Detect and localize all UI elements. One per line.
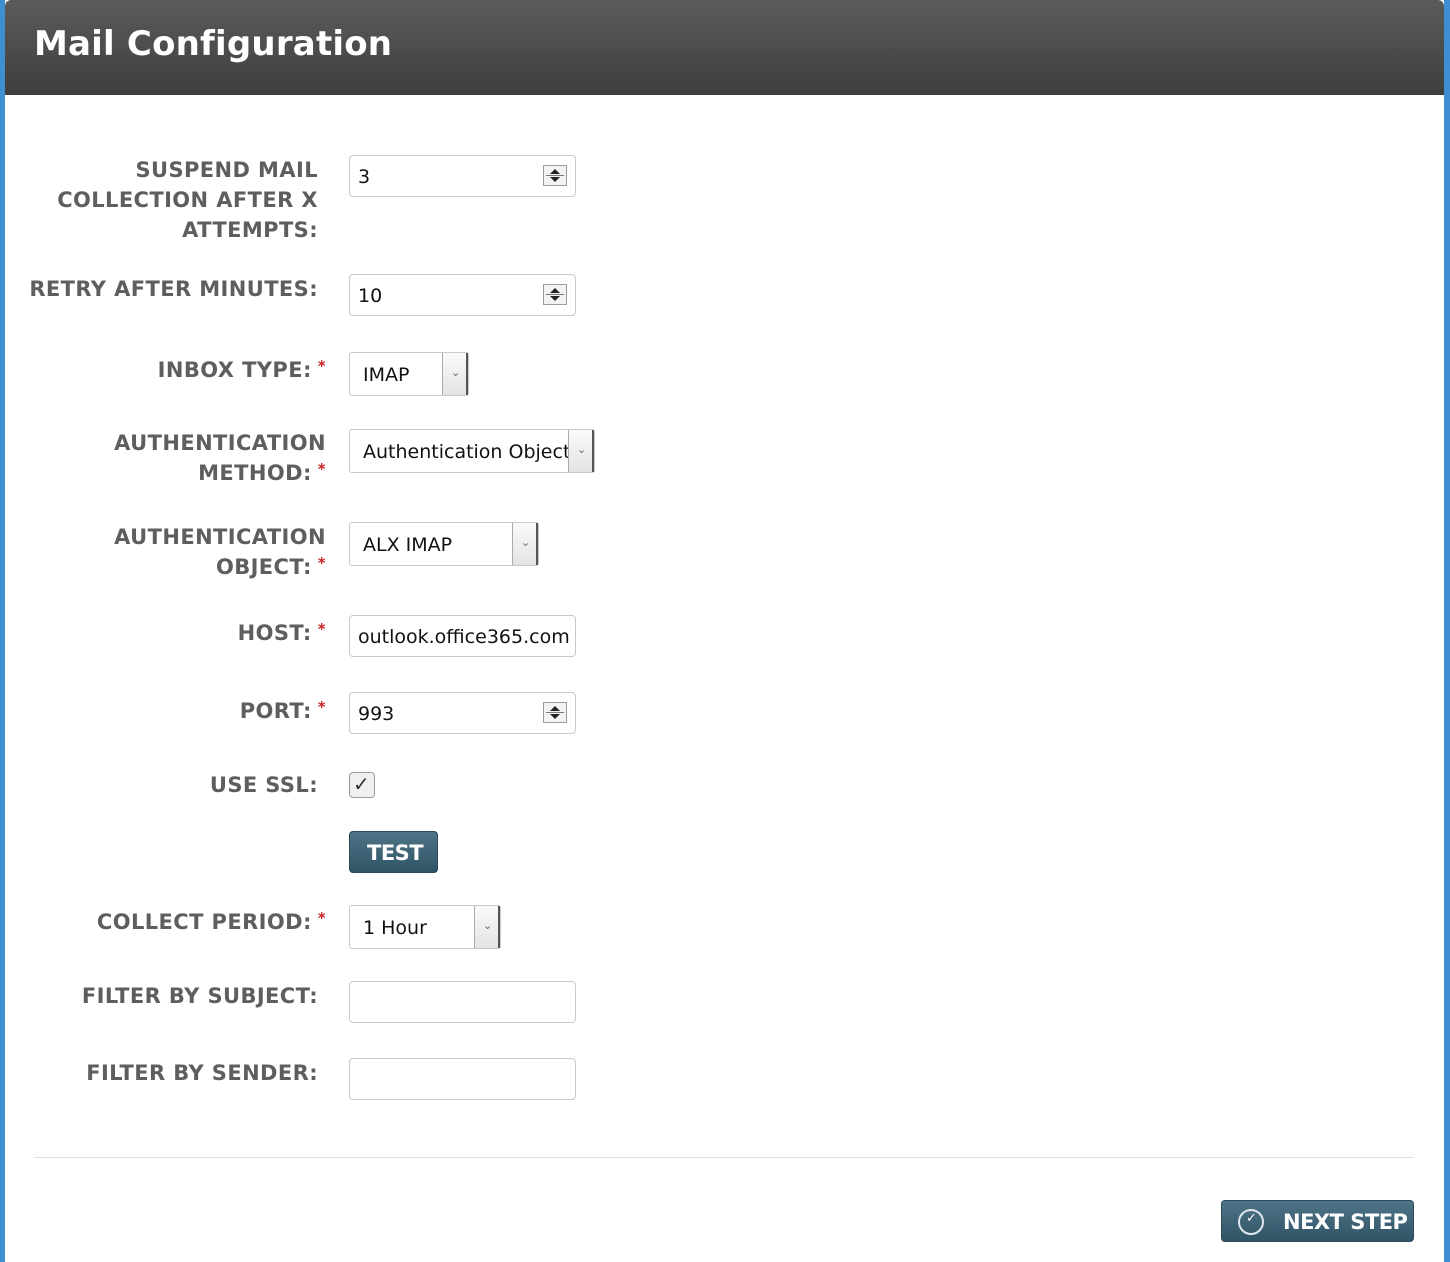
spinner-up-icon[interactable] [550, 706, 560, 711]
collect-period-select[interactable]: 1 Hour ⌄ [349, 905, 501, 949]
required-marker: * [317, 698, 326, 716]
port-input[interactable]: 993 [349, 692, 576, 734]
required-marker: * [317, 554, 326, 572]
suspend-attempts-input[interactable]: 3 [349, 155, 576, 197]
suspend-spinner[interactable] [543, 165, 567, 186]
spinner-down-icon[interactable] [550, 714, 560, 719]
auth-method-label: AUTHENTICATION METHOD: * [114, 431, 326, 485]
chevron-down-icon: ⌄ [577, 443, 587, 456]
required-marker: * [317, 357, 326, 375]
check-circle-icon: ✓ [1238, 1209, 1264, 1235]
auth-object-select[interactable]: ALX IMAP ⌄ [349, 522, 539, 566]
page-header: Mail Configuration [5, 0, 1444, 95]
next-step-button[interactable]: ✓ NEXT STEP [1221, 1200, 1414, 1242]
test-button[interactable]: TEST [349, 831, 438, 873]
filter-subject-label: FILTER BY SUBJECT: [81, 984, 318, 1008]
dropdown-button[interactable]: ⌄ [442, 353, 468, 395]
use-ssl-label: USE SSL: [209, 773, 318, 797]
spinner-up-icon[interactable] [550, 288, 560, 293]
chevron-down-icon: ⌄ [521, 536, 531, 549]
suspend-label: SUSPEND MAIL COLLECTION AFTER X ATTEMPTS… [57, 158, 318, 242]
dropdown-button[interactable]: ⌄ [568, 430, 594, 472]
retry-label: RETRY AFTER MINUTES: [29, 277, 318, 301]
spinner-down-icon[interactable] [550, 296, 560, 301]
host-input[interactable]: outlook.office365.com [349, 615, 576, 657]
required-marker: * [317, 620, 326, 638]
dropdown-button[interactable]: ⌄ [474, 906, 500, 948]
auth-object-label: AUTHENTICATION OBJECT: * [114, 525, 326, 579]
collect-period-label: COLLECT PERIOD: * [96, 909, 326, 934]
filter-subject-input[interactable] [349, 981, 576, 1023]
required-marker: * [317, 909, 326, 927]
page-title: Mail Configuration [34, 24, 393, 64]
chevron-down-icon: ⌄ [451, 366, 461, 379]
filter-sender-input[interactable] [349, 1058, 576, 1100]
chevron-down-icon: ⌄ [483, 919, 493, 932]
use-ssl-checkbox[interactable]: ✓ [349, 772, 375, 798]
dropdown-button[interactable]: ⌄ [512, 523, 538, 565]
inbox-type-select[interactable]: IMAP ⌄ [349, 352, 469, 396]
divider [34, 1157, 1414, 1158]
required-marker: * [317, 460, 326, 478]
port-label: PORT: * [239, 698, 326, 723]
auth-method-select[interactable]: Authentication Object ⌄ [349, 429, 595, 473]
port-spinner[interactable] [543, 702, 567, 723]
inbox-type-label: INBOX TYPE: * [157, 357, 326, 382]
retry-spinner[interactable] [543, 284, 567, 305]
host-label: HOST: * [237, 620, 326, 645]
spinner-down-icon[interactable] [550, 177, 560, 182]
filter-sender-label: FILTER BY SENDER: [86, 1061, 318, 1085]
retry-minutes-input[interactable]: 10 [349, 274, 576, 316]
spinner-up-icon[interactable] [550, 169, 560, 174]
checkmark-icon: ✓ [353, 772, 370, 796]
